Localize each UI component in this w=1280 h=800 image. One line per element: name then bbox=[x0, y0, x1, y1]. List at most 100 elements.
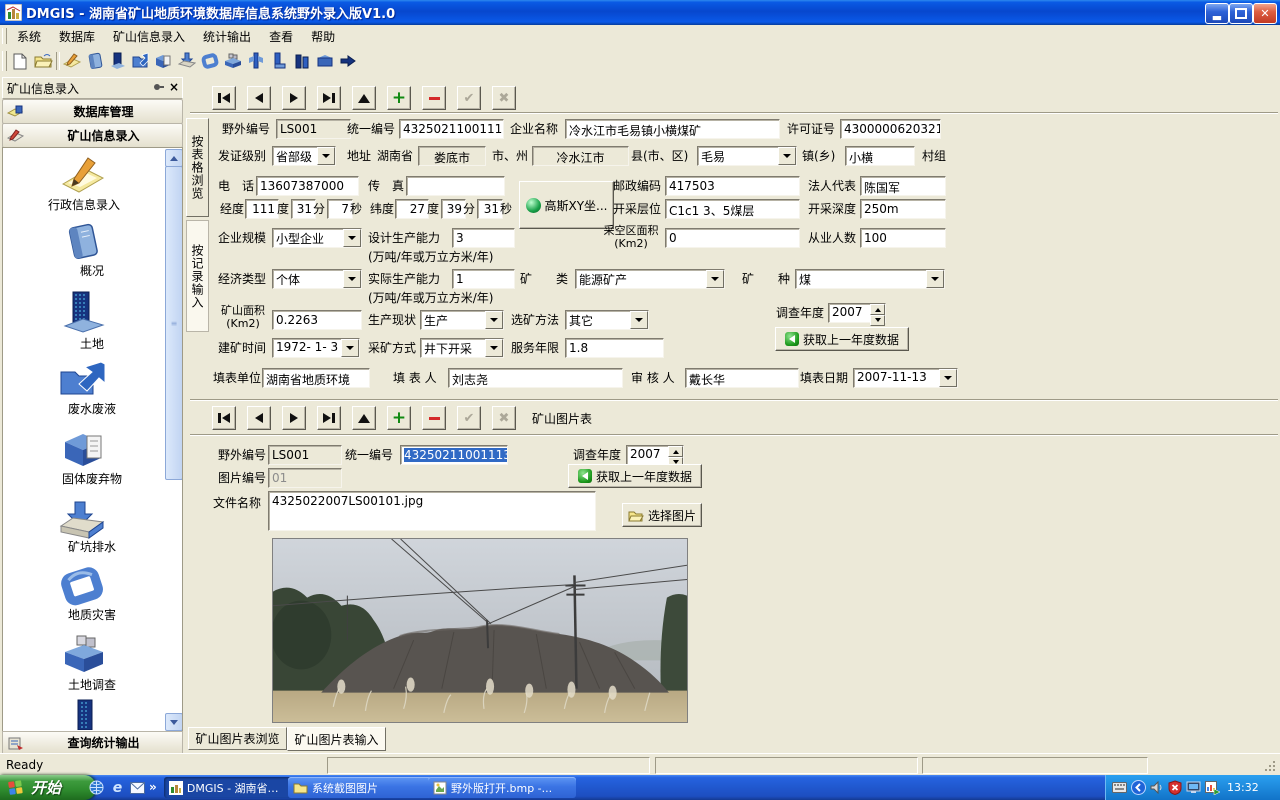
display-icon[interactable] bbox=[1186, 781, 1201, 794]
pin-icon[interactable] bbox=[153, 82, 165, 94]
sidebar-item-land[interactable]: 土地 bbox=[37, 337, 147, 352]
drainage-pump-icon[interactable] bbox=[246, 51, 266, 71]
pit-drainage-icon[interactable] bbox=[177, 51, 197, 71]
economic-type-combo[interactable]: 个体 bbox=[272, 269, 362, 289]
new-file-icon[interactable] bbox=[10, 51, 30, 71]
sidebar-item-admin-info-entry[interactable]: 行政信息录入 bbox=[29, 198, 139, 213]
mine-kind-combo[interactable]: 煤 bbox=[795, 269, 945, 289]
nav1-top-button[interactable] bbox=[352, 86, 376, 110]
vtab-record-input[interactable]: 按记录输入 bbox=[186, 220, 209, 332]
field-no-field[interactable]: LS001 bbox=[276, 119, 351, 139]
start-button[interactable]: 开始 bbox=[0, 775, 96, 800]
nav1-last-button[interactable] bbox=[317, 86, 341, 110]
form-date-combo[interactable]: 2007-11-13 bbox=[853, 368, 958, 388]
lon-deg-field[interactable]: 111 bbox=[245, 199, 279, 219]
resize-grip[interactable] bbox=[1264, 760, 1277, 773]
nav2-last-button[interactable] bbox=[317, 406, 341, 430]
menu-statistics-output[interactable]: 统计输出 bbox=[194, 25, 260, 48]
workers-field[interactable]: 100 bbox=[860, 228, 946, 248]
mining-depth-field[interactable]: 250m bbox=[860, 199, 946, 219]
nav2-top-button[interactable] bbox=[352, 406, 376, 430]
chart-monitor-icon[interactable] bbox=[1205, 781, 1220, 795]
sidebar-item-overview[interactable]: 概况 bbox=[37, 264, 147, 279]
phone-field[interactable]: 13607387000 bbox=[256, 176, 359, 196]
keyboard-icon[interactable] bbox=[1112, 782, 1127, 793]
nav1-next-button[interactable] bbox=[282, 86, 306, 110]
tab-picture-table-input[interactable]: 矿山图片表输入 bbox=[287, 727, 386, 751]
land-icon[interactable] bbox=[63, 290, 105, 336]
menu-view[interactable]: 查看 bbox=[260, 25, 302, 48]
license-field[interactable]: 4300000620321 bbox=[840, 119, 941, 139]
design-capacity-field[interactable]: 3 bbox=[452, 228, 515, 248]
menu-system[interactable]: 系统 bbox=[8, 25, 50, 48]
nav2-delete-button[interactable] bbox=[422, 406, 446, 430]
waste-water-icon[interactable] bbox=[131, 51, 151, 71]
select-picture-button[interactable]: 选择图片 bbox=[622, 503, 702, 527]
fax-field[interactable] bbox=[406, 176, 505, 196]
file-name-field[interactable]: 4325022007LS00101.jpg bbox=[268, 491, 596, 531]
pic-get-previous-year-button[interactable]: 获取上一年度数据 bbox=[568, 464, 702, 488]
solid-waste-icon[interactable] bbox=[154, 51, 174, 71]
mining-layer-field[interactable]: C1c1 3、5煤层 bbox=[665, 199, 800, 219]
admin-info-entry-icon[interactable] bbox=[62, 51, 82, 71]
nav2-insert-button[interactable]: + bbox=[387, 406, 411, 430]
volume-icon[interactable] bbox=[1150, 781, 1164, 794]
storage-box-icon[interactable] bbox=[315, 51, 335, 71]
sidebar-item-pit-drainage[interactable]: 矿坑排水 bbox=[37, 540, 147, 555]
sidebar-item-solid-waste[interactable]: 固体废弃物 bbox=[37, 472, 147, 487]
waste-water-icon[interactable] bbox=[59, 360, 107, 400]
export-icon[interactable] bbox=[338, 51, 358, 71]
nav1-post-button[interactable]: ✔ bbox=[457, 86, 481, 110]
town-field[interactable]: 小横 bbox=[845, 146, 915, 166]
minimize-button[interactable]: ▬ bbox=[1205, 3, 1229, 24]
pit-drainage-icon[interactable] bbox=[59, 498, 107, 540]
nav2-first-button[interactable] bbox=[212, 406, 236, 430]
internet-explorer-icon[interactable]: e bbox=[109, 779, 126, 796]
open-folder-icon[interactable] bbox=[33, 51, 53, 71]
taskbar-window-bmp-file[interactable]: 野外版打开.bmp -... bbox=[428, 777, 576, 798]
nav2-cancel-button[interactable]: ✖ bbox=[492, 406, 516, 430]
dressing-method-combo[interactable]: 其它 bbox=[565, 310, 649, 330]
nav2-next-button[interactable] bbox=[282, 406, 306, 430]
nav1-first-button[interactable] bbox=[212, 86, 236, 110]
geo-hazard-icon[interactable] bbox=[200, 51, 220, 71]
pic-field-no-field[interactable]: LS001 bbox=[268, 445, 342, 465]
geo-hazard-icon[interactable] bbox=[61, 566, 107, 608]
city2-field[interactable]: 冷水江市 bbox=[532, 146, 629, 166]
enterprise-scale-combo[interactable]: 小型企业 bbox=[272, 228, 362, 248]
city-field[interactable]: 娄底市 bbox=[418, 146, 486, 166]
goaf-area-field[interactable]: 0 bbox=[665, 228, 800, 248]
pic-survey-year-spinner[interactable]: 2007 bbox=[626, 445, 684, 465]
outlook-icon[interactable] bbox=[129, 779, 146, 796]
service-years-field[interactable]: 1.8 bbox=[565, 338, 664, 358]
pic-unified-no-field[interactable]: 43250211001113 bbox=[400, 445, 508, 465]
security-alert-icon[interactable] bbox=[1168, 780, 1182, 795]
quick-launch-chevron-icon[interactable]: » bbox=[149, 780, 157, 794]
nav1-delete-button[interactable] bbox=[422, 86, 446, 110]
survey-year-spinner[interactable]: 2007 bbox=[828, 303, 886, 323]
nav1-insert-button[interactable]: + bbox=[387, 86, 411, 110]
land-survey-icon[interactable] bbox=[63, 634, 107, 676]
gauss-xy-button[interactable]: 高斯XY坐... bbox=[519, 181, 614, 229]
postcode-field[interactable]: 417503 bbox=[665, 176, 800, 196]
sidebar-group-database[interactable]: 数据库管理 bbox=[2, 99, 183, 124]
lat-deg-field[interactable]: 27 bbox=[395, 199, 429, 219]
buildings-icon[interactable] bbox=[292, 51, 312, 71]
land-icon[interactable] bbox=[108, 51, 128, 71]
globe-icon[interactable] bbox=[88, 779, 105, 796]
mine-area-field[interactable]: 0.2263 bbox=[272, 310, 362, 330]
nav1-prior-button[interactable] bbox=[247, 86, 271, 110]
overview-icon[interactable] bbox=[85, 51, 105, 71]
admin-info-entry-icon[interactable] bbox=[61, 154, 107, 196]
menu-database[interactable]: 数据库 bbox=[50, 25, 104, 48]
pic-no-field[interactable]: 01 bbox=[268, 468, 342, 488]
nav2-prior-button[interactable] bbox=[247, 406, 271, 430]
solid-waste-icon[interactable] bbox=[63, 428, 107, 470]
land-survey-icon[interactable] bbox=[223, 51, 243, 71]
mine-class-combo[interactable]: 能源矿产 bbox=[575, 269, 725, 289]
building-partial-icon[interactable] bbox=[73, 698, 99, 730]
form-unit-field[interactable]: 湖南省地质环境 bbox=[262, 368, 370, 388]
nav1-cancel-button[interactable]: ✖ bbox=[492, 86, 516, 110]
close-button[interactable]: ✕ bbox=[1253, 3, 1277, 24]
county-combo[interactable]: 毛易 bbox=[697, 146, 797, 166]
